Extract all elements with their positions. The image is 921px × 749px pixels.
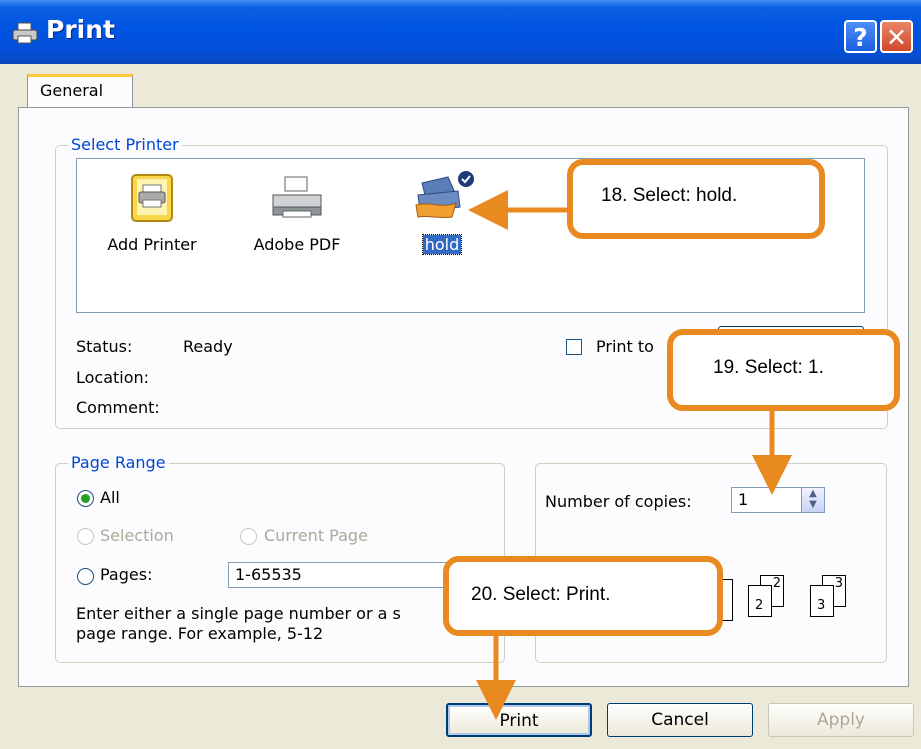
print-to-file-checkbox[interactable]: [566, 339, 582, 355]
collate-illustration: 2 2 3 3: [722, 575, 872, 625]
print-dialog: Print ? ✕ General Select Printer Add Pri…: [0, 0, 921, 749]
spin-up-icon[interactable]: ▲: [802, 488, 824, 499]
pages-input[interactable]: 1-65535: [228, 562, 448, 588]
pages-radio[interactable]: [77, 568, 94, 585]
status-value: Ready: [183, 337, 233, 356]
tab-general[interactable]: General: [27, 74, 133, 108]
printer-label: hold: [421, 234, 463, 255]
copies-label: Number of copies:: [545, 492, 692, 511]
help-button[interactable]: ?: [844, 20, 877, 53]
current-page-label: Current Page: [264, 526, 368, 545]
page-range-hint-2: page range. For example, 5-12: [76, 624, 324, 643]
callout-text: 20. Select: Print.: [471, 584, 611, 605]
printer-label: Adobe PDF: [253, 235, 341, 254]
copies-input[interactable]: 1: [731, 487, 803, 513]
callout-select-copies: 19. Select: 1.: [667, 329, 900, 411]
location-label: Location:: [76, 368, 150, 387]
printer-item-hold[interactable]: hold: [412, 169, 474, 255]
cancel-button[interactable]: Cancel: [607, 703, 753, 737]
apply-button[interactable]: Apply: [768, 703, 914, 737]
all-pages-radio[interactable]: [77, 490, 94, 507]
callout-select-hold: 18. Select: hold.: [567, 159, 825, 239]
page-range-legend: Page Range: [68, 453, 169, 472]
printer-icon: [272, 176, 322, 218]
callout-select-print: 20. Select: Print.: [443, 556, 723, 636]
copies-spinner[interactable]: ▲ ▼: [801, 487, 825, 513]
printer-label: Add Printer: [107, 235, 197, 254]
selection-radio[interactable]: [77, 528, 94, 545]
window-title: Print: [46, 15, 115, 44]
comment-label: Comment:: [76, 398, 160, 417]
close-button[interactable]: ✕: [880, 20, 913, 53]
status-label: Status:: [76, 337, 133, 356]
collate-page: 2: [748, 585, 772, 617]
printer-icon: [12, 22, 38, 44]
page-range-hint-1: Enter either a single page number or a s: [76, 604, 401, 623]
add-printer-icon: [131, 174, 173, 222]
spin-down-icon[interactable]: ▼: [802, 499, 824, 510]
pages-label: Pages:: [100, 565, 153, 584]
print-button[interactable]: Print: [446, 703, 592, 737]
collate-page: 3: [810, 585, 834, 617]
printer-item-add-printer[interactable]: Add Printer: [97, 173, 207, 254]
current-page-radio[interactable]: [240, 528, 257, 545]
printer-item-adobe-pdf[interactable]: Adobe PDF: [247, 173, 347, 254]
callout-text: 18. Select: hold.: [601, 185, 738, 206]
callout-text: 19. Select: 1.: [713, 357, 824, 378]
shared-printer-icon: [415, 171, 474, 219]
select-printer-legend: Select Printer: [68, 135, 182, 154]
all-pages-label: All: [100, 488, 120, 507]
selection-label: Selection: [100, 526, 174, 545]
print-to-file-label: Print to: [596, 337, 654, 356]
title-bar[interactable]: Print ? ✕: [0, 0, 921, 64]
